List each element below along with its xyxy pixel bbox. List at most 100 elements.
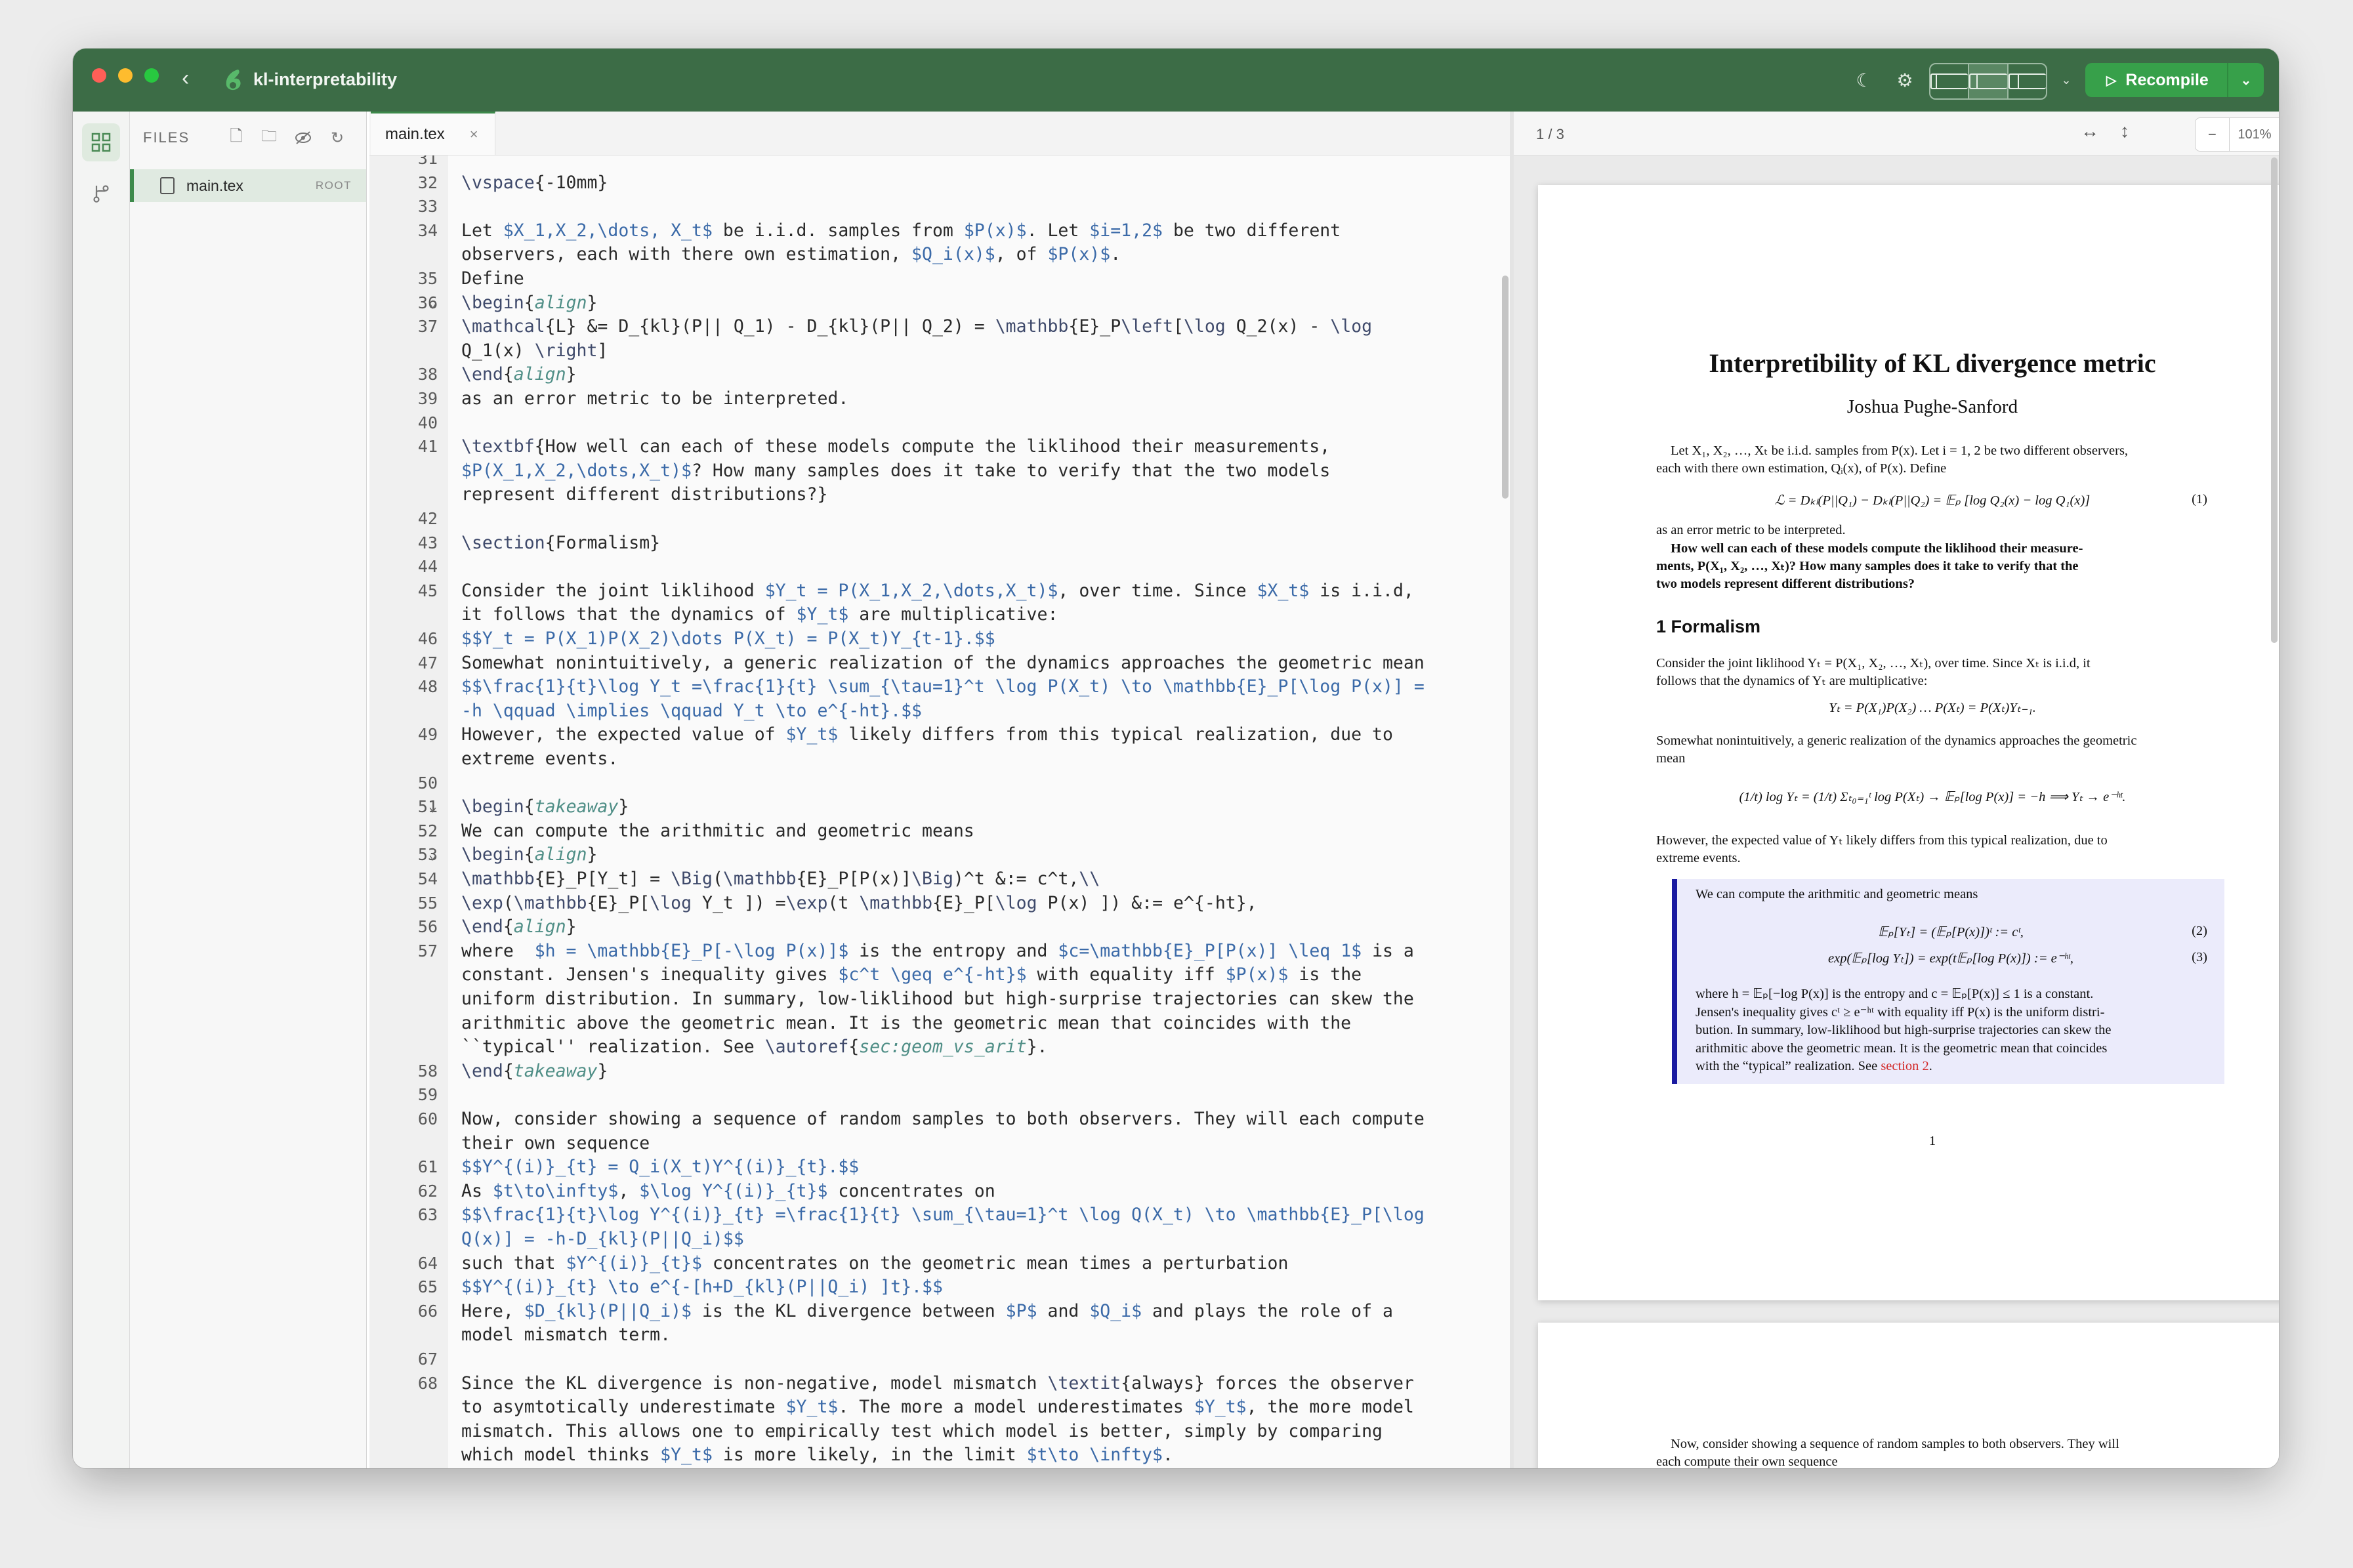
code-line[interactable]: 31 (369, 155, 1510, 171)
pdf-scrollbar[interactable] (2271, 157, 2278, 643)
code-line[interactable]: 50 (369, 771, 1510, 795)
pdf-equation-3: exp(𝔼ₚ[log Yₜ]) = exp(t𝔼ₚ[log P(x)]) := … (1828, 951, 2073, 966)
code-line-text: \begin{takeaway} (461, 796, 629, 817)
new-file-icon[interactable]: 🗋 (226, 127, 247, 148)
code-line[interactable]: mismatch. This allows one to empirically… (369, 1419, 1510, 1443)
code-line[interactable]: 46 $$Y_t = P(X_1)P(X_2)\dots P(X_t) = P(X… (369, 627, 1510, 651)
code-line[interactable]: ``typical'' realization. See \autoref{se… (369, 1035, 1510, 1059)
code-line[interactable]: 35 Define (369, 266, 1510, 291)
code-line[interactable]: 67 (369, 1347, 1510, 1371)
recompile-options-chevron-icon[interactable]: ⌄ (2228, 72, 2264, 89)
new-folder-icon[interactable]: 🗀 (259, 127, 280, 148)
code-line[interactable]: 49 However, the expected value of $Y_t$ l… (369, 722, 1510, 747)
code-line[interactable]: 55 \exp(\mathbb{E}_P[\log Y_t ]) =\exp(t … (369, 891, 1510, 915)
file-item-main-tex[interactable]: main.tex ROOT (130, 169, 366, 202)
code-line[interactable]: 32 \vspace{-10mm} (369, 171, 1510, 195)
code-line[interactable]: 56 \end{align} (369, 915, 1510, 939)
code-line-text: \mathcal{L} &= D_{kl}(P|| Q_1) - D_{kl}(… (461, 316, 1373, 337)
tab-main-tex[interactable]: main.tex × (371, 112, 495, 155)
layout-pdf-only-button[interactable] (2008, 64, 2046, 98)
code-line[interactable]: observers, each with there own estimatio… (369, 242, 1510, 266)
code-line[interactable]: represent different distributions?} (369, 482, 1510, 506)
code-line[interactable]: 68 Since the KL divergence is non-negativ… (369, 1371, 1510, 1395)
code-line[interactable]: 63 $$\frac{1}{t}\log Y^{(i)}_{t} =\frac{1… (369, 1203, 1510, 1227)
layout-split-button[interactable] (1969, 64, 2009, 98)
code-line[interactable]: 53 ⌄ \begin{align} (369, 842, 1510, 867)
fold-chevron-icon[interactable]: ⌄ (428, 794, 437, 819)
git-branch-icon[interactable] (82, 175, 120, 213)
code-line[interactable]: -h \qquad \implies \qquad Y_t \to e^{-ht… (369, 699, 1510, 723)
line-number: 42 (417, 509, 438, 528)
fit-width-icon[interactable]: ↔ (2081, 121, 2099, 142)
code-line[interactable]: 43 \section{Formalism} (369, 531, 1510, 555)
code-line[interactable]: 45 Consider the joint liklihood $Y_t = P(… (369, 579, 1510, 603)
code-line[interactable]: 60 Now, consider showing a sequence of ra… (369, 1107, 1510, 1131)
section-2-link[interactable]: section 2 (1881, 1059, 1928, 1073)
code-line[interactable]: 48 $$\frac{1}{t}\log Y_t =\frac{1}{t} \su… (369, 674, 1510, 699)
pdf-intro: Let X₁, X₂, …, Xₜ be i.i.d. samples from… (1656, 444, 2129, 476)
code-line[interactable]: 59 (369, 1083, 1510, 1107)
fold-chevron-icon[interactable]: ⌄ (428, 291, 437, 315)
code-line[interactable]: arithmitic above the geometric mean. It … (369, 1011, 1510, 1035)
zoom-level[interactable]: 101% (2228, 118, 2279, 151)
layout-editor-only-button[interactable] (1930, 64, 1970, 98)
code-line[interactable]: 44 (369, 554, 1510, 579)
code-line[interactable]: 36 ⌄ \begin{align} (369, 291, 1510, 315)
code-line[interactable]: to asymtotically underestimate $Y_t$. Th… (369, 1395, 1510, 1419)
line-number: 59 (417, 1085, 438, 1105)
code-line[interactable]: 40 (369, 411, 1510, 435)
code-line[interactable]: 33 (369, 194, 1510, 218)
code-line[interactable]: 54 \mathbb{E}_P[Y_t] = \Big(\mathbb{E}_P[… (369, 867, 1510, 891)
code-line[interactable]: 51 ⌄ \begin{takeaway} (369, 794, 1510, 819)
root-badge: ROOT (315, 179, 352, 192)
code-line-text: $P(X_1,X_2,\dots,X_t)$? How many samples… (461, 460, 1331, 481)
code-line[interactable]: extreme events. (369, 747, 1510, 771)
fold-chevron-icon[interactable]: ⌄ (428, 842, 437, 867)
code-line[interactable]: it follows that the dynamics of $Y_t$ ar… (369, 602, 1510, 627)
code-line[interactable]: 61 $$Y^{(i)}_{t} = Q_i(X_t)Y^{(i)}_{t}.$$ (369, 1155, 1510, 1179)
code-line[interactable]: 47 Somewhat nonintuitively, a generic rea… (369, 651, 1510, 675)
code-line[interactable]: 42 (369, 506, 1510, 531)
code-line[interactable]: which model thinks $Y_t$ is more likely,… (369, 1443, 1510, 1467)
refresh-icon[interactable]: ↻ (327, 127, 348, 148)
minimize-window-button[interactable] (118, 68, 133, 83)
code-line-text: $$\frac{1}{t}\log Y_t =\frac{1}{t} \sum_… (461, 676, 1425, 697)
code-line[interactable]: 58 \end{takeaway} (369, 1059, 1510, 1083)
zoom-out-button[interactable]: − (2196, 126, 2229, 143)
editor-scrollbar[interactable] (1502, 276, 1509, 499)
code-line[interactable]: 34 Let $X_1,X_2,\dots, X_t$ be i.i.d. sam… (369, 218, 1510, 243)
code-area[interactable]: 31 32 \vspace{-10mm} 33 34 Let $X_1,X_2,\dots… (369, 155, 1510, 1468)
dark-mode-moon-icon[interactable]: ☾ (1850, 66, 1879, 94)
code-line[interactable]: 38 \end{align} (369, 362, 1510, 386)
code-line[interactable]: 65 $$Y^{(i)}_{t} \to e^{-[h+D_{kl}(P||Q_i… (369, 1275, 1510, 1299)
code-line[interactable]: $P(X_1,X_2,\dots,X_t)$? How many samples… (369, 459, 1510, 483)
line-number: 53 (417, 845, 438, 865)
code-line-text: uniform distribution. In summary, low-li… (461, 989, 1414, 1009)
code-line[interactable]: Q(x)] = -h-D_{kl}(P||Q_i)$$ (369, 1227, 1510, 1251)
code-line[interactable]: 37 \mathcal{L} &= D_{kl}(P|| Q_1) - D_{kl… (369, 314, 1510, 339)
recompile-button[interactable]: ▷ Recompile (2085, 63, 2228, 97)
layout-menu-chevron-icon[interactable]: ⌄ (2052, 66, 2081, 94)
code-line[interactable]: 41 \textbf{How well can each of these mod… (369, 434, 1510, 459)
code-line[interactable]: constant. Jensen's inequality gives $c^t… (369, 962, 1510, 987)
code-line[interactable]: 62 As $t\to\infty$, $\log Y^{(i)}_{t}$ co… (369, 1179, 1510, 1203)
code-line-text: $$\frac{1}{t}\log Y^{(i)}_{t} =\frac{1}{… (461, 1205, 1425, 1226)
fit-height-icon[interactable]: ↕ (2120, 121, 2129, 142)
hide-files-eye-icon[interactable] (293, 127, 314, 148)
code-line[interactable]: 57 where $h = \mathbb{E}_P[-\log P(x)]$ i… (369, 939, 1510, 963)
close-tab-icon[interactable]: × (470, 126, 478, 143)
code-line[interactable]: 52 We can compute the arithmitic and geom… (369, 819, 1510, 843)
back-chevron-icon[interactable]: ‹ (182, 66, 189, 91)
close-window-button[interactable] (92, 68, 106, 83)
file-tree-icon[interactable] (82, 123, 120, 161)
code-line[interactable]: uniform distribution. In summary, low-li… (369, 987, 1510, 1011)
line-number: 52 (417, 821, 438, 840)
code-line[interactable]: 39 as an error metric to be interpreted. (369, 386, 1510, 411)
code-line[interactable]: Q_1(x) \right] (369, 339, 1510, 363)
code-line[interactable]: their own sequence (369, 1131, 1510, 1155)
code-line[interactable]: model mismatch term. (369, 1323, 1510, 1347)
settings-gear-icon[interactable]: ⚙ (1890, 66, 1919, 94)
code-line[interactable]: 64 such that $Y^{(i)}_{t}$ concentrates o… (369, 1251, 1510, 1275)
code-line[interactable]: 66 Here, $D_{kl}(P||Q_i)$ is the KL diver… (369, 1299, 1510, 1323)
maximize-window-button[interactable] (144, 68, 159, 83)
